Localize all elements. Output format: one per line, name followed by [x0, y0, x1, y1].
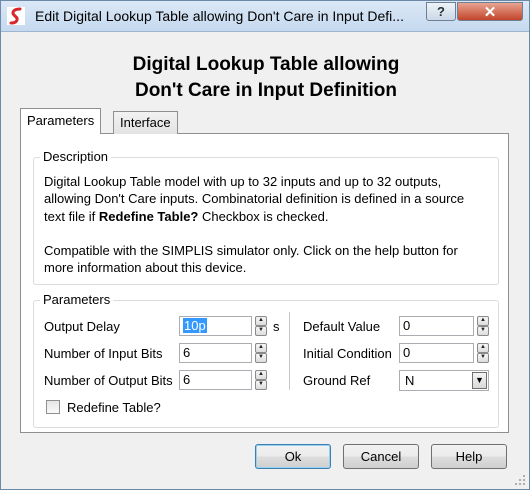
ok-button[interactable]: Ok [255, 444, 331, 469]
tab-panel-parameters: Description Digital Lookup Table model w… [20, 133, 509, 433]
title-close-button[interactable]: ✕ [457, 2, 523, 21]
output-delay-value: 10p [183, 318, 207, 333]
initial-condition-arrows: ▲ ▼ [477, 343, 489, 363]
ground-ref-label: Ground Ref [303, 373, 371, 388]
output-delay-spinner: 10p ▲ ▼ [179, 316, 269, 336]
input-bits-input[interactable]: 6 [179, 343, 252, 363]
description-line-3-start: text file if [44, 209, 99, 224]
input-bits-label: Number of Input Bits [44, 346, 163, 361]
down-arrow-icon[interactable]: ▼ [255, 380, 267, 390]
description-line-3: text file if Redefine Table? Checkbox is… [44, 208, 504, 226]
default-value-label: Default Value [303, 319, 381, 334]
heading-line-2: Don't Care in Input Definition [134, 80, 398, 101]
description-line-2: allowing Don't Care inputs. Combinatoria… [44, 191, 465, 206]
dialog-window: Edit Digital Lookup Table allowing Don't… [0, 0, 530, 490]
cancel-button[interactable]: Cancel [343, 444, 419, 469]
output-bits-label: Number of Output Bits [44, 373, 173, 388]
output-delay-input[interactable]: 10p [179, 316, 252, 336]
column-divider [289, 312, 290, 390]
down-arrow-icon[interactable]: ▼ [477, 353, 489, 363]
redefine-table-label[interactable]: Redefine Table? [67, 400, 161, 415]
output-bits-input[interactable]: 6 [179, 370, 252, 390]
ground-ref-select[interactable]: N ▼ [399, 370, 489, 391]
default-value-input[interactable]: 0 [399, 316, 474, 336]
down-arrow-icon[interactable]: ▼ [477, 326, 489, 336]
title-bar[interactable]: Edit Digital Lookup Table allowing Don't… [1, 1, 529, 32]
up-arrow-icon[interactable]: ▲ [255, 370, 267, 380]
down-arrow-icon[interactable]: ▼ [255, 326, 267, 336]
initial-condition-input[interactable]: 0 [399, 343, 474, 363]
output-delay-unit: s [273, 319, 280, 334]
dialog-heading: Digital Lookup Table allowing Don't Care… [1, 52, 530, 104]
input-bits-spinner: 6 ▲ ▼ [179, 343, 269, 363]
tab-interface[interactable]: Interface [113, 111, 178, 134]
default-value-arrows: ▲ ▼ [477, 316, 489, 336]
up-arrow-icon[interactable]: ▲ [255, 343, 267, 353]
description-line-5: more information about this device. [44, 260, 247, 275]
chevron-down-icon[interactable]: ▼ [472, 372, 487, 389]
description-line-4: Compatible with the SIMPLIS simulator on… [44, 243, 458, 258]
ground-ref-value: N [405, 373, 415, 388]
down-arrow-icon[interactable]: ▼ [255, 353, 267, 363]
description-group-title: Description [40, 149, 112, 164]
parameters-group-title: Parameters [40, 292, 114, 307]
default-value-spinner: 0 ▲ ▼ [399, 316, 489, 336]
up-arrow-icon[interactable]: ▲ [477, 316, 489, 326]
output-delay-arrows: ▲ ▼ [255, 316, 267, 336]
output-delay-label: Output Delay [44, 319, 120, 334]
window-title: Edit Digital Lookup Table allowing Don't… [35, 8, 404, 24]
resize-grip-icon[interactable] [514, 474, 526, 486]
output-bits-spinner: 6 ▲ ▼ [179, 370, 269, 390]
description-line-3-end: Checkbox is checked. [198, 209, 329, 224]
up-arrow-icon[interactable]: ▲ [255, 316, 267, 326]
description-bold-term: Redefine Table? [98, 209, 199, 224]
initial-condition-spinner: 0 ▲ ▼ [399, 343, 489, 363]
input-bits-arrows: ▲ ▼ [255, 343, 267, 363]
redefine-table-checkbox[interactable] [46, 400, 60, 414]
help-button[interactable]: Help [431, 444, 507, 469]
tab-parameters[interactable]: Parameters [20, 108, 102, 134]
output-bits-arrows: ▲ ▼ [255, 370, 267, 390]
description-line-1: Digital Lookup Table model with up to 32… [44, 174, 442, 189]
title-help-button[interactable]: ? [426, 2, 456, 21]
up-arrow-icon[interactable]: ▲ [477, 343, 489, 353]
app-logo-icon [7, 7, 25, 25]
description-group: Description Digital Lookup Table model w… [33, 149, 499, 285]
initial-condition-label: Initial Condition [303, 346, 392, 361]
heading-line-1: Digital Lookup Table allowing [132, 54, 400, 75]
